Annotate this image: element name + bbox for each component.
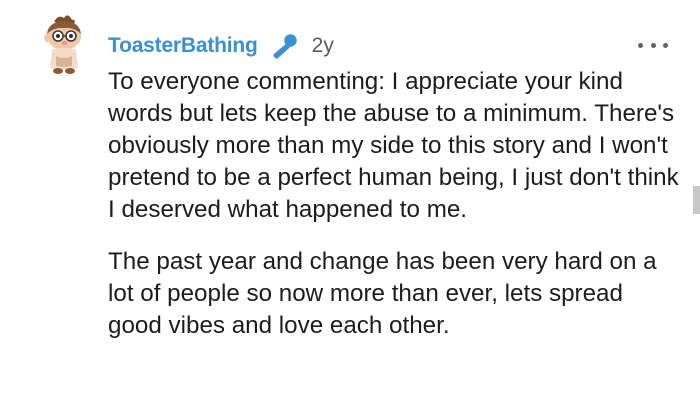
dot: [650, 42, 656, 48]
more-options-icon[interactable]: [638, 30, 668, 60]
microphone-icon: [270, 31, 300, 61]
scrollbar-thumb[interactable]: [693, 186, 700, 214]
username-link[interactable]: ToasterBathing: [108, 34, 258, 58]
dot: [638, 42, 643, 48]
dot: [663, 42, 668, 48]
avatar[interactable]: [34, 12, 90, 76]
comment-age: 2y: [311, 34, 334, 57]
comment-paragraph: To everyone commenting: I appreciate you…: [108, 68, 679, 223]
comment-meta: ToasterBathing 2y: [108, 31, 334, 61]
comment-paragraph: The past year and change has been very h…: [108, 248, 657, 339]
comment-body: To everyone commenting: I appreciate you…: [108, 66, 683, 342]
snoo-avatar-icon: [44, 15, 81, 74]
